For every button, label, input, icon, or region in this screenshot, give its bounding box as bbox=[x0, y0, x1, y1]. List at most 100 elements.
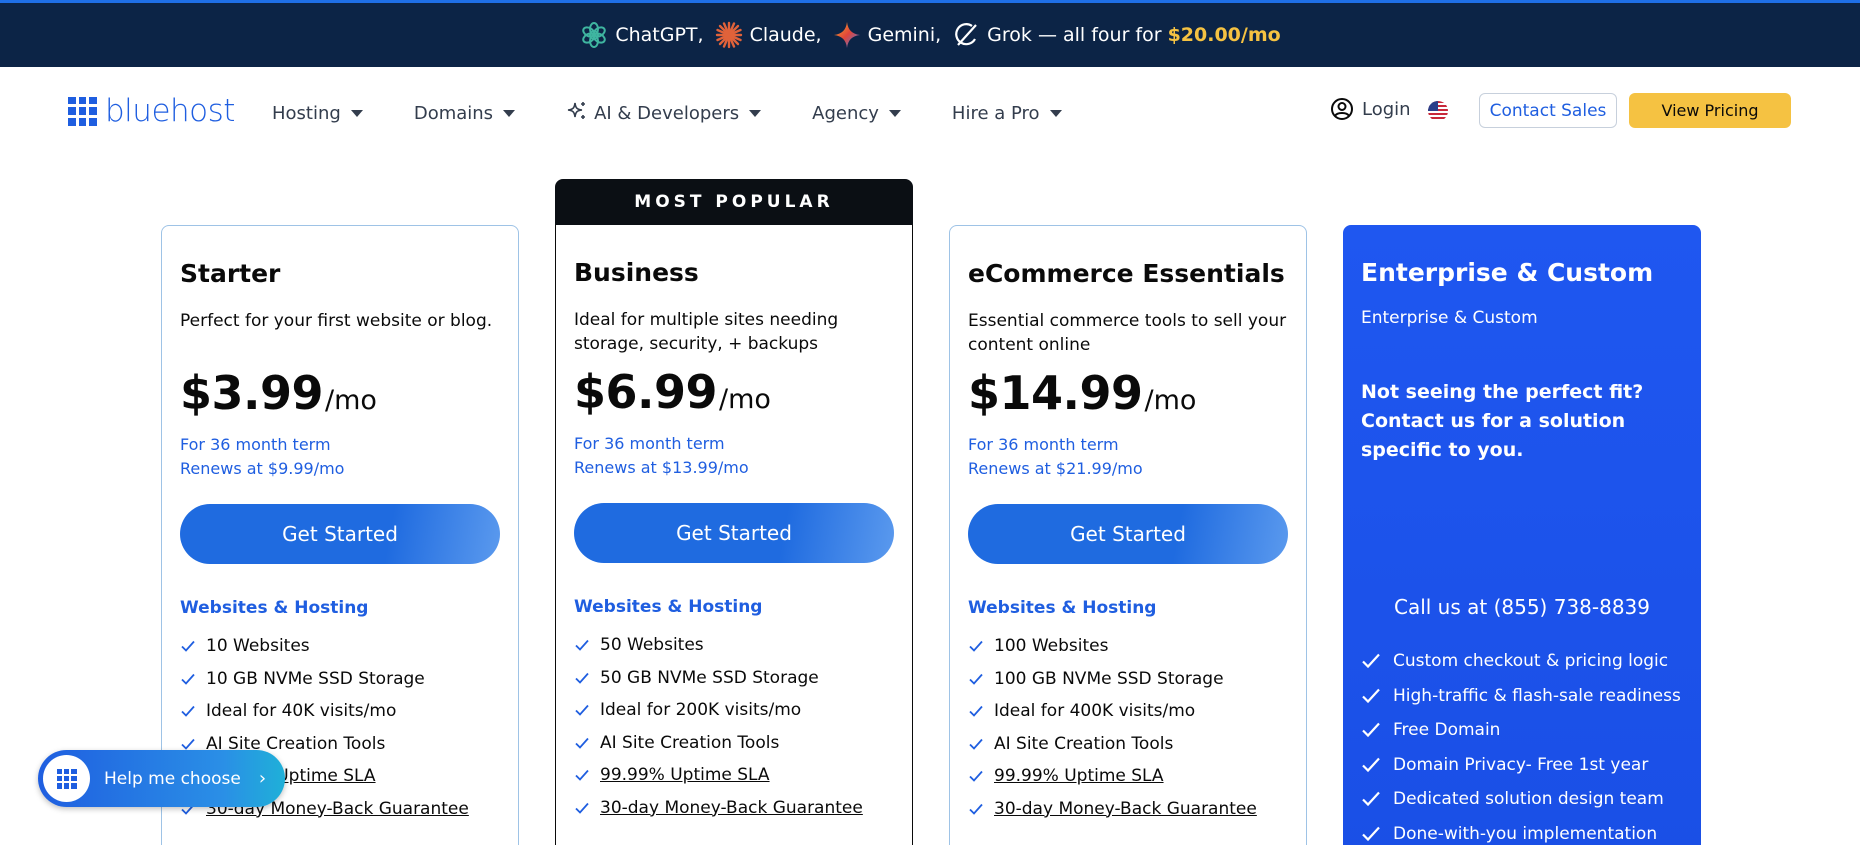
feature-text: Dedicated solution design team bbox=[1393, 789, 1664, 810]
get-started-button[interactable]: Get Started bbox=[180, 504, 500, 564]
enterprise-pitch: Not seeing the perfect fit? Contact us f… bbox=[1361, 381, 1644, 461]
feature-list: Custom checkout & pricing logic High-tra… bbox=[1361, 644, 1681, 845]
term-length: For 36 month term bbox=[180, 435, 331, 454]
plan-title: Enterprise & Custom bbox=[1361, 258, 1654, 287]
price-amount: $14.99 bbox=[968, 366, 1143, 420]
feature-item: Done-with-you implementation bbox=[1361, 817, 1681, 845]
help-me-choose-button[interactable]: Help me choose › bbox=[38, 750, 285, 807]
check-icon bbox=[969, 771, 983, 783]
check-icon bbox=[181, 641, 195, 653]
contact-sales-label: Contact Sales bbox=[1489, 100, 1607, 121]
login-link[interactable]: Login bbox=[1330, 97, 1411, 121]
get-started-button[interactable]: Get Started bbox=[968, 504, 1288, 564]
check-icon bbox=[575, 737, 589, 749]
term-length: For 36 month term bbox=[574, 434, 725, 453]
feature-text: Ideal for 200K visits/mo bbox=[600, 700, 802, 721]
plan-title: Business bbox=[574, 258, 699, 287]
nav-domains-label: Domains bbox=[413, 103, 494, 124]
plan-term: For 36 month term Renews at $9.99/mo bbox=[180, 433, 344, 481]
feature-item: Dedicated solution design team bbox=[1361, 782, 1681, 817]
promo-banner[interactable]: ChatGPT, Claude, Gemini, Grok — all four… bbox=[0, 0, 1860, 67]
feature-item: 99.99% Uptime SLA bbox=[968, 760, 1257, 793]
promo-price: $20.00/mo bbox=[1167, 24, 1281, 46]
nav-agency[interactable]: Agency bbox=[812, 103, 901, 124]
check-icon bbox=[969, 673, 983, 685]
plan-price: $14.99 /mo bbox=[968, 366, 1196, 420]
plan-term: For 36 month term Renews at $21.99/mo bbox=[968, 433, 1143, 481]
check-icon bbox=[1362, 826, 1380, 841]
main-nav: Hosting Domains AI & Developers Agency H… bbox=[272, 100, 1113, 127]
user-circle-icon bbox=[1330, 97, 1354, 121]
check-icon bbox=[1362, 654, 1380, 669]
feature-text: Free Domain bbox=[1393, 720, 1501, 741]
feature-item: 100 GB NVMe SSD Storage bbox=[968, 663, 1257, 696]
money-back-link[interactable]: 30-day Money-Back Guarantee bbox=[994, 799, 1257, 819]
features-section-heading: Websites & Hosting bbox=[574, 597, 763, 617]
help-me-choose-label: Help me choose bbox=[104, 768, 241, 789]
logo-text: bluehost bbox=[105, 93, 235, 129]
bluehost-logo[interactable]: bluehost bbox=[68, 93, 235, 129]
promo-gemini-label: Gemini, bbox=[867, 24, 942, 46]
contact-sales-button[interactable]: Contact Sales bbox=[1479, 93, 1617, 128]
check-icon bbox=[575, 672, 589, 684]
get-started-button[interactable]: Get Started bbox=[574, 503, 894, 563]
renewal-price: Renews at $9.99/mo bbox=[180, 459, 345, 478]
nav-hosting-label: Hosting bbox=[272, 103, 341, 124]
nav-agency-label: Agency bbox=[812, 103, 879, 124]
check-icon bbox=[181, 673, 195, 685]
feature-text: 50 GB NVMe SSD Storage bbox=[600, 667, 819, 688]
uptime-sla-link[interactable]: 99.99% Uptime SLA bbox=[600, 765, 770, 785]
renewal-price: Renews at $21.99/mo bbox=[968, 459, 1143, 478]
promo-chatgpt: ChatGPT, bbox=[579, 20, 704, 50]
check-icon bbox=[181, 706, 195, 718]
term-length: For 36 month term bbox=[968, 435, 1119, 454]
promo-chatgpt-label: ChatGPT, bbox=[615, 24, 704, 46]
most-popular-badge: MOST POPULAR bbox=[555, 179, 913, 225]
check-icon bbox=[969, 706, 983, 718]
feature-item: Ideal for 400K visits/mo bbox=[968, 695, 1257, 728]
call-us-phone-link[interactable]: Call us at (855) 738-8839 bbox=[1343, 595, 1701, 619]
get-started-label: Get Started bbox=[282, 522, 398, 546]
caret-down-icon bbox=[749, 110, 762, 117]
feature-item: High-traffic & flash-sale readiness bbox=[1361, 679, 1681, 714]
features-section-heading: Websites & Hosting bbox=[968, 598, 1157, 618]
check-icon bbox=[1362, 723, 1380, 738]
check-icon bbox=[575, 705, 589, 717]
plan-description: Ideal for multiple sites needing storage… bbox=[574, 310, 839, 354]
feature-text: AI Site Creation Tools bbox=[994, 733, 1174, 754]
feature-item: 100 Websites bbox=[968, 630, 1257, 663]
claude-icon bbox=[714, 20, 744, 50]
check-icon bbox=[1362, 757, 1380, 772]
promo-gemini: Gemini, bbox=[832, 20, 942, 50]
price-amount: $6.99 bbox=[574, 365, 718, 419]
view-pricing-button[interactable]: View Pricing bbox=[1629, 93, 1791, 128]
caret-down-icon bbox=[350, 110, 363, 117]
grok-icon bbox=[951, 20, 981, 50]
us-flag-icon[interactable] bbox=[1428, 101, 1448, 121]
uptime-sla-link[interactable]: 99.99% Uptime SLA bbox=[994, 766, 1164, 786]
check-icon bbox=[575, 770, 589, 782]
nav-hosting[interactable]: Hosting bbox=[272, 103, 363, 124]
promo-claude: Claude, bbox=[714, 20, 822, 50]
features-section-heading: Websites & Hosting bbox=[180, 598, 369, 618]
check-icon bbox=[969, 641, 983, 653]
get-started-label: Get Started bbox=[676, 521, 792, 545]
view-pricing-label: View Pricing bbox=[1661, 101, 1759, 120]
feature-item: 10 GB NVMe SSD Storage bbox=[180, 663, 469, 696]
caret-down-icon bbox=[888, 110, 901, 117]
feature-list: 100 Websites 100 GB NVMe SSD Storage Ide… bbox=[968, 630, 1257, 825]
nav-domains[interactable]: Domains bbox=[413, 103, 516, 124]
chevron-right-icon: › bbox=[258, 768, 267, 789]
feature-item: 10 Websites bbox=[180, 630, 469, 663]
feature-item: 50 GB NVMe SSD Storage bbox=[574, 662, 863, 695]
feature-text: Domain Privacy- Free 1st year bbox=[1393, 754, 1649, 775]
plan-title: Starter bbox=[180, 259, 281, 288]
nav-hire-a-pro[interactable]: Hire a Pro bbox=[952, 103, 1062, 124]
money-back-link[interactable]: 30-day Money-Back Guarantee bbox=[600, 798, 863, 818]
feature-list: 50 Websites 50 GB NVMe SSD Storage Ideal… bbox=[574, 629, 863, 824]
nav-hire-a-pro-label: Hire a Pro bbox=[951, 103, 1040, 124]
feature-text: High-traffic & flash-sale readiness bbox=[1393, 685, 1681, 706]
feature-item: 50 Websites bbox=[574, 629, 863, 662]
promo-claude-label: Claude, bbox=[749, 24, 822, 46]
nav-ai-developers[interactable]: AI & Developers bbox=[566, 100, 762, 127]
